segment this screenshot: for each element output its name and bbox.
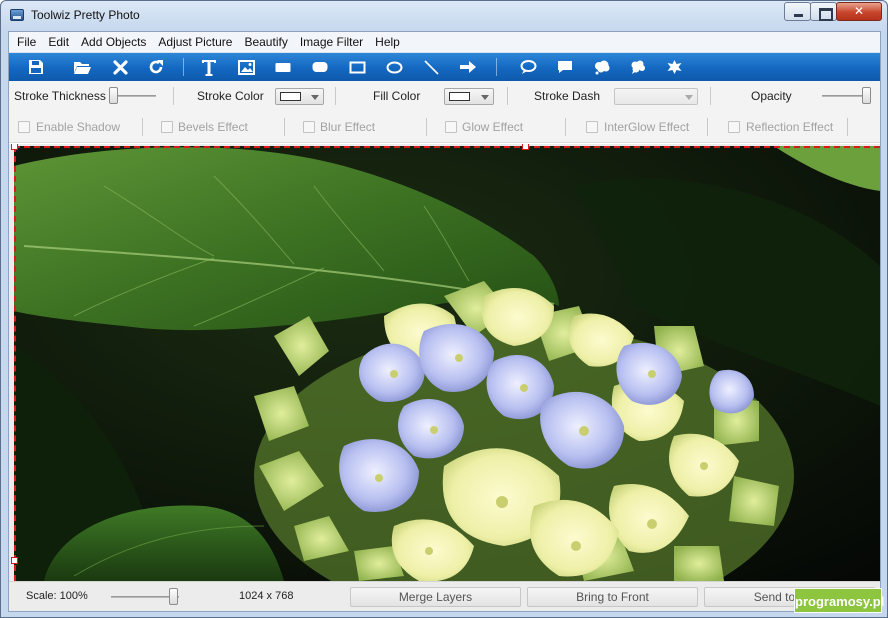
opacity-label: Opacity [751, 89, 792, 103]
interglow-effect-label: InterGlow Effect [604, 120, 690, 134]
divider [565, 118, 566, 136]
minimize-button[interactable] [784, 2, 811, 21]
divider [284, 118, 285, 136]
effects-row: Enable Shadow Bevels Effect Blur Effect … [9, 112, 880, 143]
chevron-down-icon [311, 95, 319, 100]
cloud-shape-icon[interactable] [627, 56, 649, 78]
stroke-color-picker[interactable] [275, 88, 324, 105]
image-canvas-area[interactable] [9, 144, 880, 581]
merge-layers-button[interactable]: Merge Layers [350, 587, 521, 607]
selection-border-top-dash [14, 146, 880, 148]
image-icon[interactable] [235, 56, 257, 78]
toolbar-separator [496, 58, 497, 76]
rectangle-filled-icon[interactable] [272, 56, 294, 78]
divider [426, 118, 427, 136]
app-window: Toolwiz Pretty Photo ✕ File Edit Add Obj… [0, 0, 888, 618]
glow-effect-label: Glow Effect [462, 120, 524, 134]
thought-bubble-icon[interactable] [591, 56, 613, 78]
hydrangea-photo[interactable] [14, 146, 880, 581]
resize-handle-top-center[interactable] [522, 144, 529, 150]
scale-slider[interactable] [169, 588, 178, 605]
stroke-thickness-slider[interactable] [109, 87, 118, 104]
resize-handle-top-left[interactable] [11, 144, 18, 150]
opacity-slider[interactable] [862, 87, 871, 104]
bevels-effect-checkbox[interactable] [161, 121, 173, 133]
maximize-button[interactable] [810, 2, 837, 21]
delete-icon[interactable] [109, 56, 131, 78]
watermark-badge: programosy.pl [794, 588, 884, 613]
open-folder-icon[interactable] [71, 56, 93, 78]
stroke-thickness-label: Stroke Thickness [14, 89, 106, 103]
close-icon: ✕ [853, 4, 865, 18]
scale-label: Scale: 100% [26, 590, 88, 602]
bevels-effect-label: Bevels Effect [178, 120, 248, 134]
stroke-color-label: Stroke Color [197, 89, 264, 103]
menu-image-filter[interactable]: Image Filter [294, 32, 369, 52]
divider [335, 87, 336, 105]
app-icon [10, 9, 24, 21]
toolbar-separator [183, 58, 184, 76]
rectangle-outline-icon[interactable] [346, 56, 368, 78]
menu-adjust-picture[interactable]: Adjust Picture [152, 32, 238, 52]
divider [710, 87, 711, 105]
window-title: Toolwiz Pretty Photo [31, 8, 140, 22]
divider [173, 87, 174, 105]
divider [507, 87, 508, 105]
bring-to-front-button[interactable]: Bring to Front [527, 587, 698, 607]
title-bar[interactable]: Toolwiz Pretty Photo ✕ [1, 1, 887, 31]
note-icon[interactable] [554, 56, 576, 78]
enable-shadow-checkbox[interactable] [18, 121, 30, 133]
stroke-dash-label: Stroke Dash [534, 89, 601, 103]
save-icon[interactable] [25, 56, 47, 78]
divider [847, 118, 848, 136]
star-burst-icon[interactable] [663, 56, 685, 78]
ellipse-icon[interactable] [383, 56, 405, 78]
menu-edit[interactable]: Edit [42, 32, 75, 52]
speech-bubble-icon[interactable] [517, 56, 539, 78]
stroke-dash-dropdown[interactable] [614, 88, 698, 105]
refresh-icon[interactable] [145, 56, 167, 78]
rounded-rectangle-icon[interactable] [309, 56, 331, 78]
fill-color-label: Fill Color [373, 89, 421, 103]
stroke-color-swatch [280, 92, 301, 101]
arrow-icon[interactable] [457, 56, 479, 78]
stroke-properties-row: Stroke Thickness Stroke Color Fill Color… [9, 81, 880, 112]
image-dimensions: 1024 x 768 [239, 590, 294, 602]
resize-handle-middle-left[interactable] [11, 557, 18, 564]
reflection-effect-label: Reflection Effect [746, 120, 834, 134]
menu-help[interactable]: Help [369, 32, 406, 52]
menu-bar: File Edit Add Objects Adjust Picture Bea… [9, 32, 880, 53]
main-toolbar [9, 53, 880, 81]
chevron-down-icon [685, 95, 693, 100]
selection-border-left [14, 146, 16, 581]
menu-add-objects[interactable]: Add Objects [75, 32, 152, 52]
fill-color-picker[interactable] [444, 88, 494, 105]
divider [707, 118, 708, 136]
menu-file[interactable]: File [11, 32, 42, 52]
text-icon[interactable] [198, 56, 220, 78]
reflection-effect-checkbox[interactable] [728, 121, 740, 133]
window-controls: ✕ [784, 2, 882, 21]
blur-effect-label: Blur Effect [320, 120, 376, 134]
glow-effect-checkbox[interactable] [445, 121, 457, 133]
status-bar: Scale: 100% 1024 x 768 Merge Layers Brin… [9, 581, 880, 611]
close-button[interactable]: ✕ [836, 2, 882, 21]
properties-panel: Stroke Thickness Stroke Color Fill Color… [9, 81, 880, 143]
divider [142, 118, 143, 136]
client-area: File Edit Add Objects Adjust Picture Bea… [8, 31, 881, 612]
fill-color-swatch [449, 92, 470, 101]
menu-beautify[interactable]: Beautify [238, 32, 293, 52]
interglow-effect-checkbox[interactable] [586, 121, 598, 133]
line-icon[interactable] [420, 56, 442, 78]
blur-effect-checkbox[interactable] [303, 121, 315, 133]
enable-shadow-label: Enable Shadow [36, 120, 121, 134]
chevron-down-icon [481, 95, 489, 100]
